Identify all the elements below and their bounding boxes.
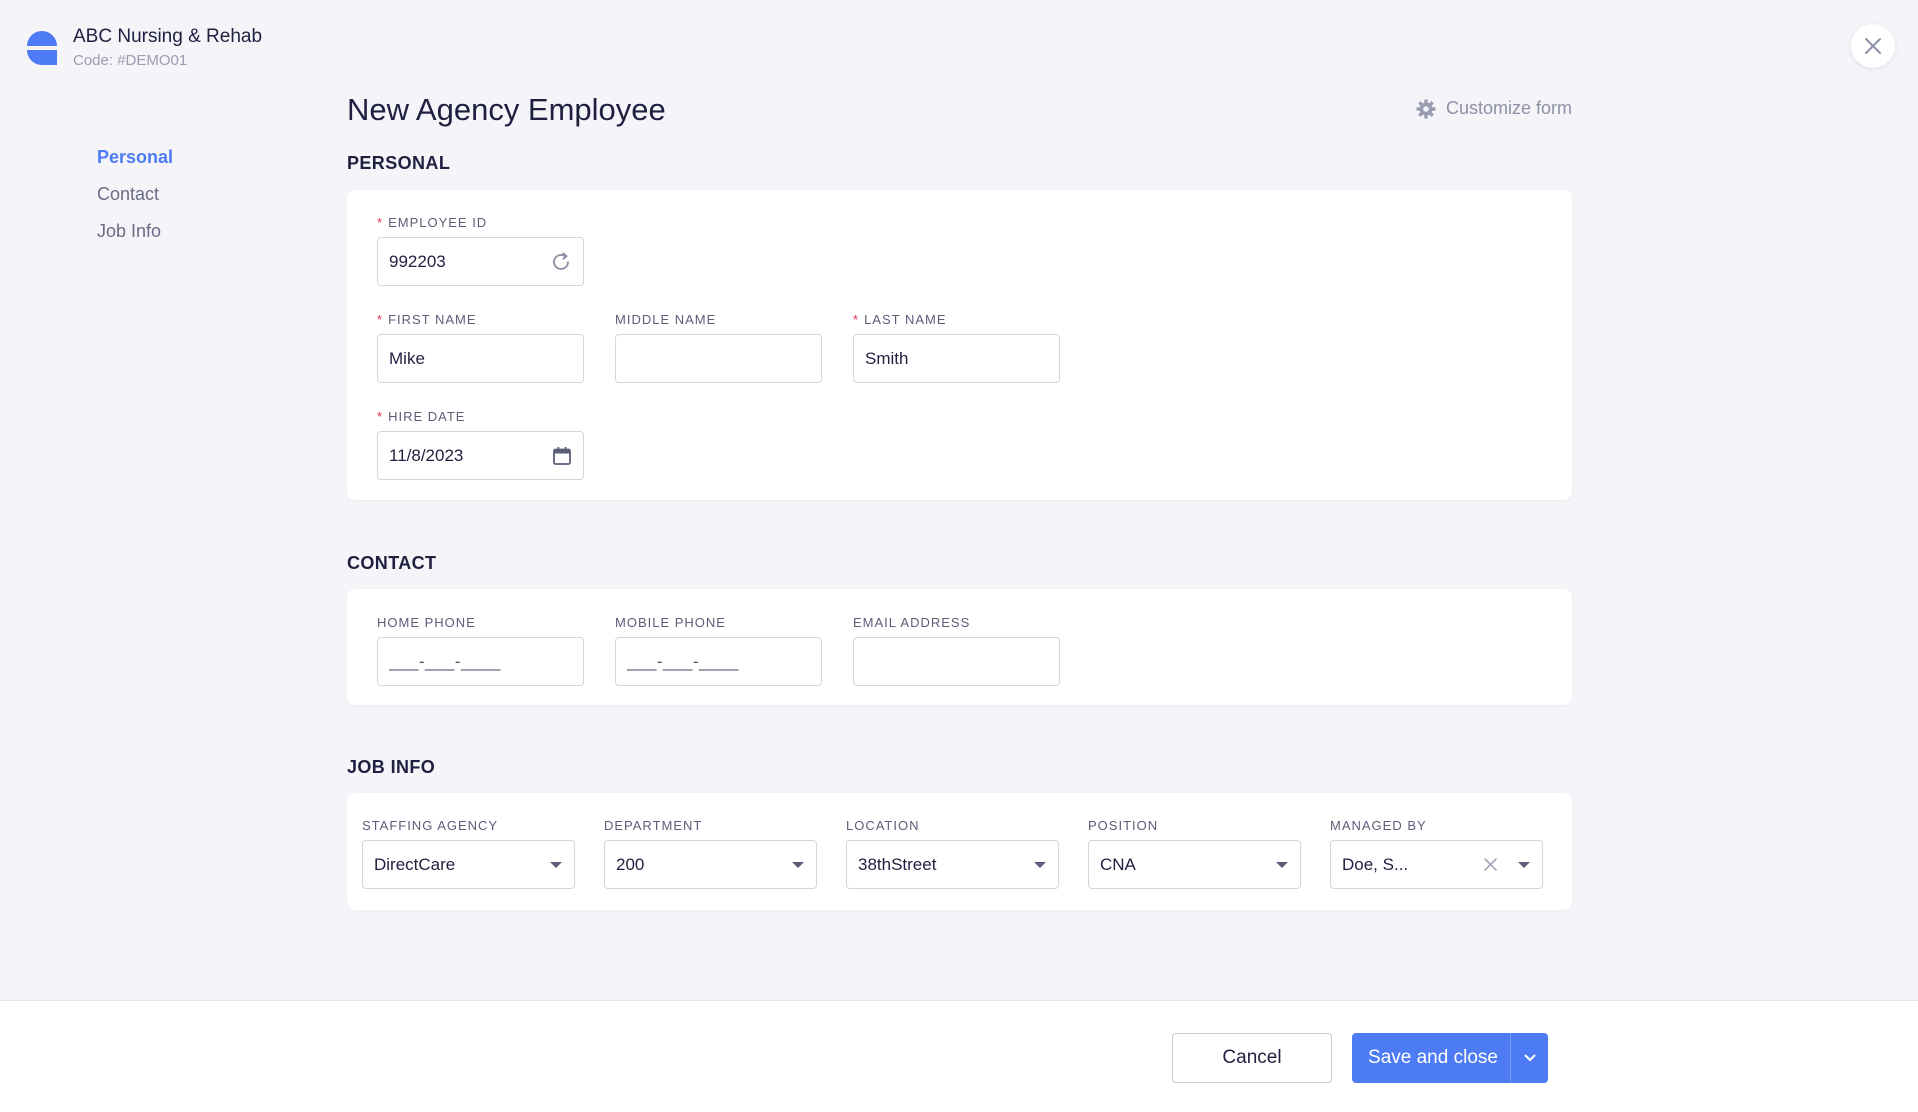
org-code: Code: #DEMO01 xyxy=(73,52,188,69)
staffing-agency-select[interactable]: DirectCare xyxy=(362,840,575,889)
middle-name-field: MIDDLE NAME xyxy=(615,312,822,383)
close-button[interactable] xyxy=(1851,24,1895,68)
first-name-label: FIRST NAME xyxy=(388,312,477,327)
email-input[interactable] xyxy=(853,637,1060,686)
managed-by-label: MANAGED BY xyxy=(1330,818,1427,833)
first-name-input[interactable]: Mike xyxy=(377,334,584,383)
managed-by-field: MANAGED BY Doe, S... xyxy=(1330,818,1543,889)
middle-name-label: MIDDLE NAME xyxy=(615,312,717,327)
save-and-close-label: Save and close xyxy=(1368,1047,1498,1068)
last-name-input[interactable]: Smith xyxy=(853,334,1060,383)
form-footer: Cancel Save and close xyxy=(0,1000,1918,1112)
customize-form-label: Customize form xyxy=(1445,98,1572,118)
email-label: EMAIL ADDRESS xyxy=(853,615,971,630)
staffing-agency-label: STAFFING AGENCY xyxy=(362,818,499,833)
regenerate-id-button[interactable] xyxy=(550,251,572,273)
first-name-field: * FIRST NAME Mike xyxy=(377,312,584,383)
staffing-agency-field: STAFFING AGENCY DirectCare xyxy=(362,818,575,889)
staffing-agency-value: DirectCare xyxy=(374,854,456,874)
department-value: 200 xyxy=(616,854,645,874)
managed-by-select[interactable]: Doe, S... xyxy=(1330,840,1543,889)
personal-section-title: PERSONAL xyxy=(347,153,451,173)
contact-card: HOME PHONE ___-___-____ MOBILE PHONE ___… xyxy=(347,589,1572,705)
personal-card: * EMPLOYEE ID 992203 * FIRST NAME Mike MID… xyxy=(347,190,1572,500)
employee-id-label: EMPLOYEE ID xyxy=(388,215,488,230)
required-marker: * xyxy=(377,312,384,327)
required-marker: * xyxy=(377,215,384,230)
nav-item-contact[interactable]: Contact xyxy=(97,182,173,206)
employee-id-input[interactable]: 992203 xyxy=(377,237,584,286)
last-name-field: * LAST NAME Smith xyxy=(853,312,1060,383)
save-and-close-button[interactable]: Save and close xyxy=(1352,1033,1548,1083)
home-phone-field: HOME PHONE ___-___-____ xyxy=(377,615,584,686)
hire-date-label: HIRE DATE xyxy=(388,409,466,424)
mobile-phone-value: ___-___-____ xyxy=(627,651,739,671)
location-select[interactable]: 38thStreet xyxy=(846,840,1059,889)
chevron-down-icon xyxy=(1524,1054,1535,1061)
middle-name-input[interactable] xyxy=(615,334,822,383)
org-name: ABC Nursing & Rehab xyxy=(73,26,263,47)
home-phone-value: ___-___-____ xyxy=(389,651,501,671)
home-phone-label: HOME PHONE xyxy=(377,615,476,630)
gear-icon xyxy=(1416,99,1436,118)
job-info-card: STAFFING AGENCY DirectCare DEPARTMENT 20… xyxy=(347,793,1572,910)
employee-id-field: * EMPLOYEE ID 992203 xyxy=(377,215,584,286)
position-label: POSITION xyxy=(1088,818,1159,833)
employee-id-value: 992203 xyxy=(389,251,446,271)
position-select[interactable]: CNA xyxy=(1088,840,1301,889)
date-picker-button[interactable] xyxy=(552,446,572,466)
caret-down-icon xyxy=(1518,861,1530,868)
last-name-label: LAST NAME xyxy=(864,312,947,327)
cancel-button[interactable]: Cancel xyxy=(1172,1033,1332,1083)
job-info-section-title: JOB INFO xyxy=(347,757,436,777)
location-value: 38thStreet xyxy=(858,854,937,874)
close-icon xyxy=(1865,38,1881,54)
caret-down-icon xyxy=(1034,861,1046,868)
department-select[interactable]: 200 xyxy=(604,840,817,889)
calendar-icon xyxy=(553,446,571,465)
home-phone-input[interactable]: ___-___-____ xyxy=(377,637,584,686)
managed-by-value: Doe, S... xyxy=(1342,854,1409,874)
caret-down-icon xyxy=(792,861,804,868)
page-title: New Agency Employee xyxy=(347,92,666,127)
nav-item-job-info[interactable]: Job Info xyxy=(97,219,173,243)
org-logo-icon xyxy=(27,31,57,65)
required-marker: * xyxy=(377,409,384,424)
first-name-value: Mike xyxy=(389,348,425,368)
last-name-value: Smith xyxy=(865,348,909,368)
department-field: DEPARTMENT 200 xyxy=(604,818,817,889)
contact-section-title: CONTACT xyxy=(347,553,437,573)
department-label: DEPARTMENT xyxy=(604,818,703,833)
location-label: LOCATION xyxy=(846,818,920,833)
section-nav: Personal Contact Job Info xyxy=(97,145,173,256)
email-field: EMAIL ADDRESS xyxy=(853,615,1060,686)
clear-icon xyxy=(1484,858,1497,871)
clear-selection-button[interactable] xyxy=(1478,858,1497,871)
position-value: CNA xyxy=(1100,854,1136,874)
hire-date-input[interactable]: 11/8/2023 xyxy=(377,431,584,480)
save-options-dropdown[interactable] xyxy=(1510,1033,1548,1083)
customize-form-button[interactable]: Customize form xyxy=(1416,98,1572,119)
refresh-icon xyxy=(553,252,569,270)
mobile-phone-field: MOBILE PHONE ___-___-____ xyxy=(615,615,822,686)
caret-down-icon xyxy=(550,861,562,868)
hire-date-field: * HIRE DATE 11/8/2023 xyxy=(377,409,584,480)
caret-down-icon xyxy=(1276,861,1288,868)
location-field: LOCATION 38thStreet xyxy=(846,818,1059,889)
position-field: POSITION CNA xyxy=(1088,818,1301,889)
nav-item-personal[interactable]: Personal xyxy=(97,145,173,169)
hire-date-value: 11/8/2023 xyxy=(389,445,464,465)
mobile-phone-label: MOBILE PHONE xyxy=(615,615,726,630)
mobile-phone-input[interactable]: ___-___-____ xyxy=(615,637,822,686)
org-header: ABC Nursing & Rehab Code: #DEMO01 xyxy=(25,26,262,71)
required-marker: * xyxy=(853,312,860,327)
